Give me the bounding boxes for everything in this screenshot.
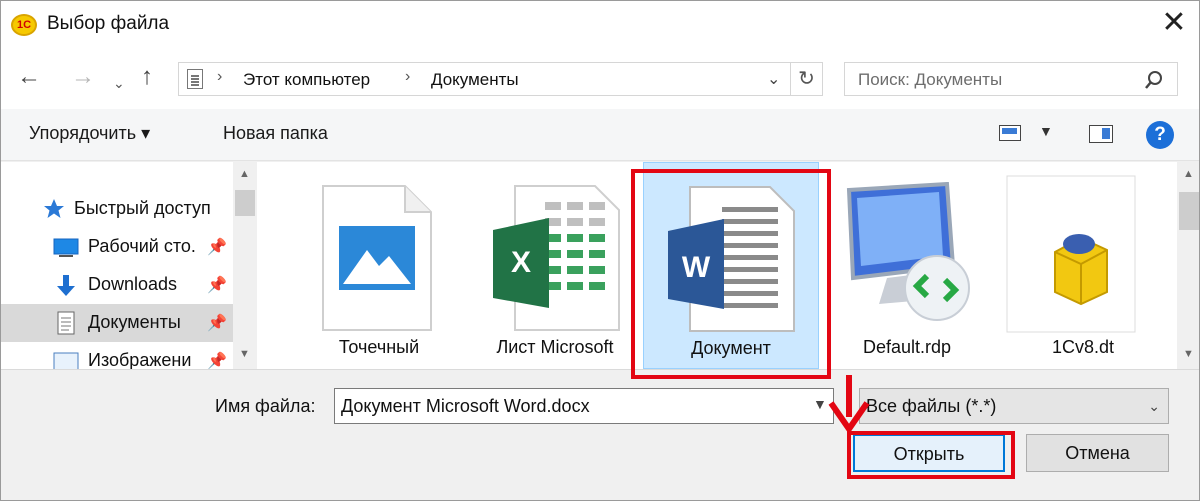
1c-dt-file-icon — [1006, 175, 1136, 333]
download-icon — [57, 275, 75, 296]
view-options-dropdown-icon[interactable]: ▼ — [1039, 123, 1053, 139]
file-name: Default.rdp — [862, 337, 952, 357]
back-button[interactable]: ← — [17, 63, 41, 91]
open-button-highlight-frame — [847, 431, 1015, 479]
sidebar-item-quick-access[interactable]: Быстрый доступ — [1, 190, 233, 228]
file-tile-rdp[interactable]: Default.rdp — [827, 162, 987, 369]
search-box[interactable]: Поиск: Документы — [844, 62, 1178, 96]
filename-label: Имя файла: — [215, 396, 316, 416]
preview-pane-icon[interactable] — [1089, 125, 1113, 143]
filename-input[interactable]: Документ Microsoft Word.docx — [334, 388, 834, 424]
navigation-bar: ← → ⌄ ↑ › Этот компьютер › Документы ⌄ ↻… — [1, 49, 1199, 109]
sidebar-item-pictures[interactable]: Изображени 📌 — [1, 342, 233, 369]
svg-text:X: X — [511, 246, 531, 279]
file-open-dialog: 1С Выбор файла ✕ ← → ⌄ ↑ › Этот компьюте… — [0, 0, 1200, 501]
file-name: Лист Microsoft — [496, 337, 614, 357]
title-bar: 1С Выбор файла ✕ — [1, 1, 1199, 49]
image-file-icon — [322, 185, 432, 331]
pin-icon: 📌 — [207, 277, 227, 294]
pin-icon: 📌 — [207, 315, 227, 332]
desktop-icon — [53, 238, 79, 257]
sidebar-item-desktop[interactable]: Рабочий сто. 📌 — [1, 228, 233, 266]
pin-icon: 📌 — [207, 239, 227, 256]
command-bar: Упорядочить ▾ Новая папка ▼ ? — [1, 109, 1199, 161]
file-type-selected: Все файлы (*.*) — [866, 396, 997, 416]
help-icon[interactable]: ? — [1146, 121, 1174, 149]
change-view-icon[interactable] — [999, 125, 1021, 141]
file-name: 1Cv8.dt — [1051, 337, 1115, 357]
window-title: Выбор файла — [47, 13, 170, 34]
excel-file-icon: X — [493, 185, 620, 331]
selected-file-highlight-frame — [631, 169, 831, 379]
breadcrumb-this-pc[interactable]: Этот компьютер — [243, 70, 370, 90]
chevron-down-icon: ⌄ — [1148, 398, 1160, 414]
arrow-down-icon — [828, 375, 870, 435]
sidebar-item-label: Рабочий сто. — [88, 236, 196, 256]
scroll-up-icon[interactable]: ▲ — [239, 168, 250, 180]
address-dropdown-chevron-icon[interactable]: ⌄ — [767, 69, 780, 89]
organize-menu-button[interactable]: Упорядочить ▾ — [29, 123, 150, 144]
file-list-scrollbar[interactable]: ▲ ▼ — [1177, 162, 1199, 369]
file-tile-1cv8-dt[interactable]: 1Cv8.dt — [1003, 162, 1163, 369]
breadcrumb-separator[interactable]: › — [405, 68, 410, 86]
new-folder-button[interactable]: Новая папка — [223, 123, 328, 144]
breadcrumb-documents[interactable]: Документы — [431, 70, 519, 90]
star-icon — [44, 199, 64, 218]
search-input[interactable]: Поиск: Документы — [858, 70, 1002, 90]
recent-locations-button[interactable]: ⌄ — [113, 69, 125, 97]
scroll-up-icon[interactable]: ▲ — [1183, 168, 1194, 180]
1c-logo-icon: 1С — [11, 14, 37, 36]
sidebar-item-label: Быстрый доступ — [74, 198, 211, 218]
scroll-thumb[interactable] — [235, 190, 255, 216]
documents-location-icon — [187, 69, 203, 89]
rdp-file-icon — [846, 182, 970, 321]
dialog-footer: Имя файла: Документ Microsoft Word.docx … — [1, 369, 1199, 500]
file-tile-excel[interactable]: X Лист Microsoft — [475, 162, 635, 369]
scroll-down-icon[interactable]: ▼ — [1183, 348, 1194, 360]
sidebar-item-documents[interactable]: Документы 📌 — [1, 304, 233, 342]
pin-icon: 📌 — [207, 353, 227, 369]
sidebar-item-downloads[interactable]: Downloads 📌 — [1, 266, 233, 304]
navigation-pane: Быстрый доступ Рабочий сто. 📌 Downloads … — [1, 162, 259, 369]
close-button[interactable]: ✕ — [1157, 7, 1191, 41]
refresh-icon[interactable]: ↻ — [790, 63, 822, 95]
scroll-down-icon[interactable]: ▼ — [239, 348, 250, 360]
scroll-thumb[interactable] — [1179, 192, 1199, 230]
forward-button[interactable]: → — [71, 63, 95, 91]
breadcrumb-separator[interactable]: › — [217, 68, 222, 86]
documents-icon — [57, 311, 75, 335]
cancel-button[interactable]: Отмена — [1026, 434, 1169, 472]
sidebar-item-label: Документы — [88, 312, 181, 332]
pictures-icon — [53, 352, 79, 369]
sidebar-item-label: Изображени — [88, 350, 192, 369]
file-type-select[interactable]: Все файлы (*.*) ⌄ — [859, 388, 1169, 424]
search-icon[interactable] — [1143, 69, 1165, 91]
file-name: Точечный — [338, 337, 420, 357]
up-button[interactable]: ↑ — [141, 63, 153, 91]
file-tile-bitmap[interactable]: Точечный — [299, 162, 459, 369]
sidebar-scrollbar[interactable]: ▲ ▼ — [233, 162, 257, 369]
sidebar-item-label: Downloads — [88, 274, 178, 294]
address-bar[interactable]: › Этот компьютер › Документы ⌄ ↻ — [178, 62, 823, 96]
